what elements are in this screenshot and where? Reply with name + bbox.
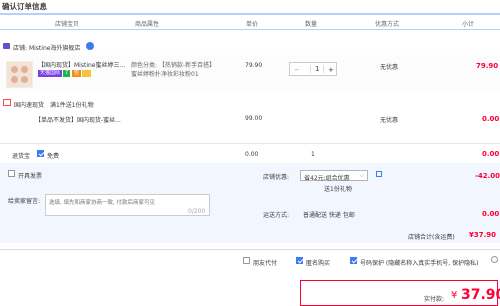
unit-price: 79.90 — [245, 62, 263, 69]
page-title: 确认订单信息 — [2, 2, 47, 11]
friend-pay-checkbox[interactable] — [243, 257, 250, 264]
gift-header-rule: 满1件送1份礼物 — [49, 102, 94, 109]
shop-total-label: 店铺合计(含运费) — [408, 234, 455, 241]
gift-discount: 无优惠 — [380, 117, 399, 124]
shipping-amount: 0.00 — [482, 210, 500, 218]
payment-label: 实付款: — [424, 296, 445, 303]
shop-discount-select[interactable]: 省42元:组合优惠 ⌵ — [300, 170, 368, 182]
return-insurance-option: 免费 — [47, 153, 60, 160]
table-header: 店铺宝贝 商品属性 单价 数量 优惠方式 小计 — [0, 13, 500, 30]
shop-discount-amount: -42.00 — [475, 172, 500, 180]
product-attr-line2: 蜜丝婷粉扑净妆彩妆粉01 — [131, 71, 199, 78]
shop-discount-value: 省42元:组合优惠 — [304, 175, 350, 182]
anonymous-checkbox[interactable] — [296, 257, 303, 264]
memo-label: 给卖家留言: — [8, 198, 41, 205]
shop-name-link[interactable]: Mistine海外旗舰店 — [29, 45, 80, 52]
gift-name: 【单品不发货】国内现货-蜜丝... — [35, 117, 121, 124]
friend-pay-label: 朋友代付 — [253, 260, 278, 267]
payment-amount: 37.90 — [461, 287, 500, 303]
qty-increase-button[interactable]: + — [328, 66, 334, 74]
col-header-price: 单价 — [246, 21, 259, 28]
shipping-method: 普通配送 快递 包邮 — [303, 212, 355, 219]
col-header-item: 店铺宝贝 — [55, 21, 80, 28]
gift-icon — [3, 99, 11, 106]
chat-icon[interactable] — [86, 42, 94, 50]
invoice-label: 开具发票 — [18, 173, 43, 180]
quantity-stepper[interactable]: − 1 + — [289, 62, 337, 76]
package-badge: 包 — [72, 70, 82, 77]
return-insurance-qty: 1 — [311, 151, 315, 158]
col-header-qty: 数量 — [305, 21, 318, 28]
memo-counter: 0/200 — [188, 208, 206, 215]
help-icon[interactable] — [491, 256, 498, 263]
shop-label: 店铺: Mistine海外旗舰店 — [13, 43, 80, 52]
col-header-subtotal: 小计 — [462, 21, 475, 28]
tmall-intl-badge: 天猫国际 — [38, 70, 63, 77]
qty-value[interactable]: 1 — [310, 65, 325, 73]
seven-day-badge: 7 — [63, 70, 71, 77]
shipping-label: 运送方式: — [263, 212, 290, 219]
product-attr-line1: 颜色分类: 【热销款-新手百搭】 — [131, 62, 216, 69]
chevron-down-icon: ⌵ — [359, 172, 364, 179]
number-protect-checkbox[interactable] — [350, 257, 357, 264]
memo-input[interactable] — [45, 194, 210, 216]
product-name-link[interactable]: 【国内现货】Mistine蜜丝婷三... — [38, 60, 130, 69]
anonymous-label: 匿名购买 — [306, 260, 331, 267]
info-icon[interactable] — [376, 171, 382, 177]
return-insurance-label: 退货宝 — [12, 153, 31, 160]
gift-price: 99.00 — [245, 115, 263, 122]
gift-header-prefix: 国内速现货 — [14, 102, 45, 109]
invoice-checkbox[interactable] — [8, 170, 15, 177]
shop-discount-label: 店铺优惠: — [263, 174, 290, 181]
product-thumbnail[interactable] — [6, 61, 33, 88]
gift-header: 国内速现货 满1件送1份礼物 — [14, 100, 94, 109]
shop-total-amount: ¥37.90 — [469, 231, 497, 239]
qty-decrease-button[interactable]: − — [294, 66, 300, 74]
payment-currency: ¥ — [451, 290, 458, 301]
shop-discount-note: 送1份礼物 — [324, 186, 352, 193]
number-protect-label: 号码保护 (隐藏名称入真实手机号, 保护隐私) — [360, 260, 479, 267]
return-insurance-price: 0.00 — [245, 151, 259, 158]
item-subtotal: 79.90 — [476, 62, 499, 70]
col-header-attr: 商品属性 — [135, 21, 160, 28]
card-icon — [82, 70, 91, 77]
shop-icon — [3, 43, 10, 49]
return-insurance-checkbox[interactable] — [37, 150, 44, 157]
item-discount: 无优惠 — [380, 64, 399, 71]
gift-subtotal: 0.00 — [482, 115, 500, 123]
return-insurance-subtotal: 0.00 — [482, 150, 500, 158]
col-header-discount: 优惠方式 — [375, 21, 400, 28]
shop-label-prefix: 店铺: — [13, 45, 28, 52]
payment-summary: 实付款: ¥ 37.90 — [300, 280, 500, 306]
